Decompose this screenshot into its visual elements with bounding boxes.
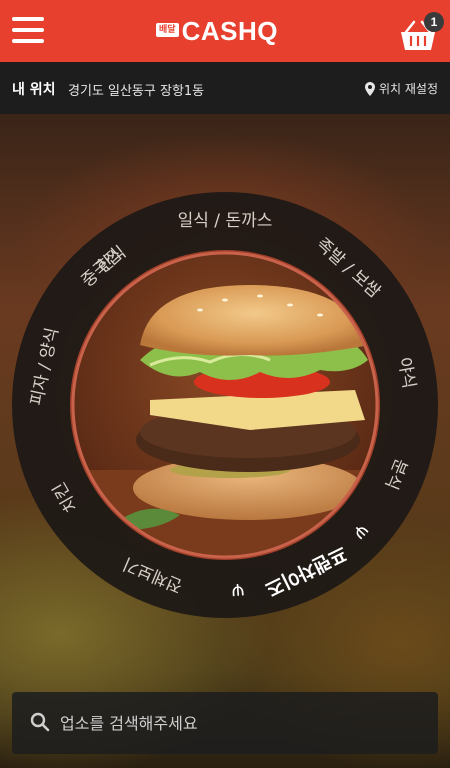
search-icon	[30, 712, 50, 732]
search-bar[interactable]	[12, 692, 438, 754]
search-input[interactable]	[60, 692, 420, 754]
fork-knife-icon: Ψ	[231, 580, 245, 600]
category-label[interactable]: 일식 / 돈까스	[178, 211, 273, 231]
category-wheel[interactable]: 한식일식 / 돈까스족발 / 보쌈야식분식프랜차이즈전체보기치킨피자 / 양식중…	[0, 0, 450, 768]
